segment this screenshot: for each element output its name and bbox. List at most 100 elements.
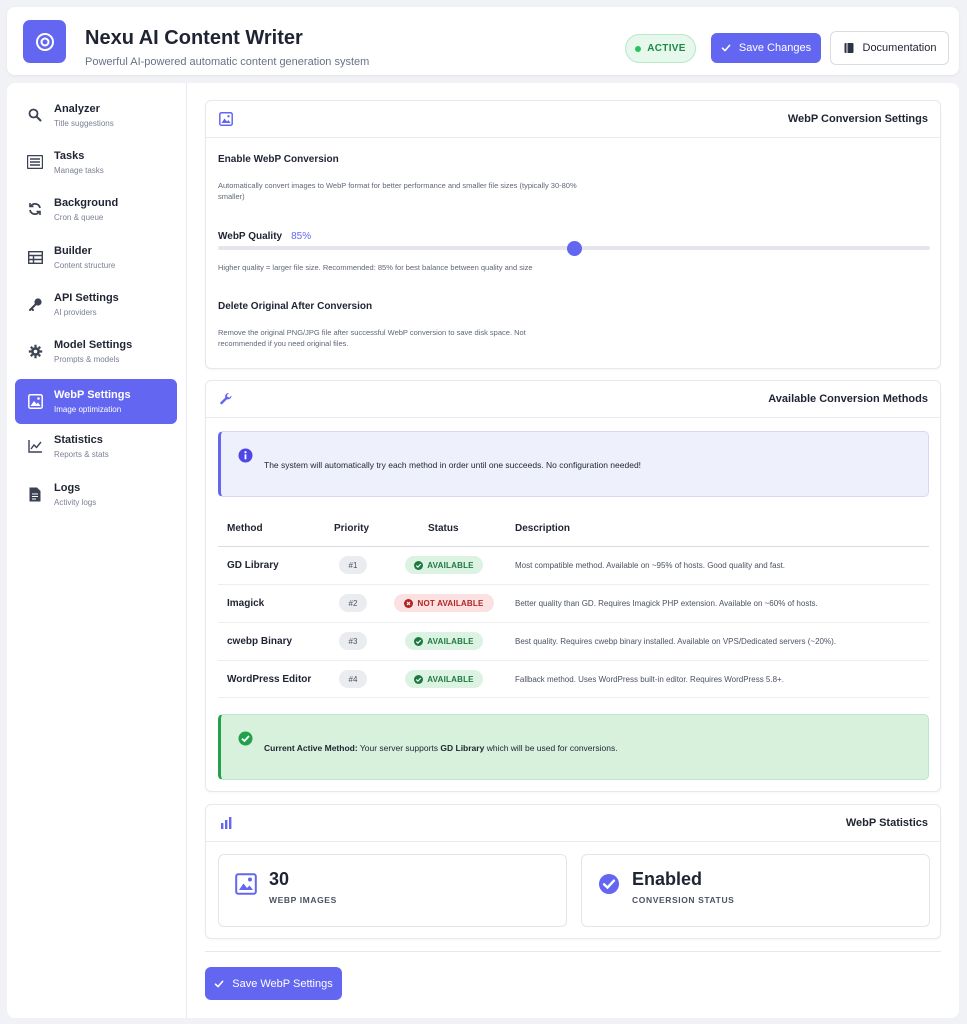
conversion-methods-card: Available Conversion Methods The system …	[205, 380, 941, 792]
chart-line-icon	[26, 437, 44, 455]
status-label: AVAILABLE	[427, 560, 474, 570]
stat-value: 30	[269, 869, 290, 889]
current-method-notice: Current Active Method: Your server suppo…	[218, 714, 929, 780]
sidebar-item-builder[interactable]: Builder Content structure	[15, 235, 177, 280]
sidebar-item-sub: Manage tasks	[54, 166, 104, 175]
delete-original-title: Delete Original After Conversion	[218, 301, 373, 312]
enable-webp-desc: Automatically convert images to WebP for…	[218, 181, 577, 201]
sidebar-item-label: WebP Settings	[54, 389, 131, 401]
save-webp-settings-button[interactable]: Save WebP Settings	[205, 967, 342, 1000]
status-badge: AVAILABLE	[405, 670, 483, 688]
method-name: cwebp Binary	[227, 636, 293, 647]
sidebar-item-logs[interactable]: Logs Activity logs	[15, 472, 177, 517]
method-name: WordPress Editor	[227, 674, 312, 685]
status-badge: ACTIVE	[625, 34, 696, 63]
status-label: AVAILABLE	[427, 674, 474, 684]
file-icon	[26, 485, 44, 503]
enable-webp-title: Enable WebP Conversion	[218, 154, 339, 165]
sidebar-item-label: Builder	[54, 245, 92, 257]
key-icon	[26, 295, 44, 313]
app-subtitle: Powerful AI-powered automatic content ge…	[85, 56, 370, 68]
priority-badge: #3	[339, 632, 367, 650]
sidebar-item-model-settings[interactable]: Model Settings Prompts & models	[15, 329, 177, 374]
method-desc: Most compatible method. Available on ~95…	[515, 561, 786, 570]
status-badge: NOT AVAILABLE	[394, 594, 494, 612]
app-header: Nexu AI Content Writer Powerful AI-power…	[7, 7, 959, 75]
sidebar-item-api-settings[interactable]: API Settings AI providers	[15, 282, 177, 327]
sidebar-item-background[interactable]: Background Cron & queue	[15, 187, 177, 232]
sidebar-item-tasks[interactable]: Tasks Manage tasks	[15, 140, 177, 185]
table-icon	[26, 248, 44, 266]
delete-original-desc: Remove the original PNG/JPG file after s…	[218, 328, 526, 348]
sidebar-item-analyzer[interactable]: Analyzer Title suggestions	[15, 93, 177, 138]
status-badge: AVAILABLE	[405, 556, 483, 574]
info-text: The system will automatically try each m…	[264, 460, 642, 470]
status-label: NOT AVAILABLE	[417, 598, 484, 608]
documentation-label: Documentation	[862, 42, 937, 54]
bar-chart-icon	[218, 815, 234, 831]
card-header: Available Conversion Methods	[206, 381, 940, 418]
sidebar-item-sub: Reports & stats	[54, 450, 109, 459]
sidebar-item-sub: AI providers	[54, 308, 97, 317]
sidebar-item-statistics[interactable]: Statistics Reports & stats	[15, 424, 177, 469]
current-method-name: GD Library	[440, 743, 485, 753]
status-badge: AVAILABLE	[405, 632, 483, 650]
save-changes-button[interactable]: Save Changes	[711, 33, 821, 63]
card-title: Available Conversion Methods	[768, 393, 928, 405]
info-icon	[238, 448, 253, 463]
check-icon	[721, 44, 731, 52]
sidebar-item-webp-settings[interactable]: WebP Settings Image optimization	[15, 379, 177, 424]
card-title: WebP Statistics	[845, 817, 928, 829]
webp-quality-desc: Higher quality = larger file size. Recom…	[218, 263, 533, 272]
sidebar-item-sub: Prompts & models	[54, 355, 120, 364]
image-icon	[235, 873, 257, 895]
table-row: WordPress Editor #4 AVAILABLE Fallback m…	[218, 660, 929, 698]
save-changes-label: Save Changes	[738, 42, 812, 54]
check-circle-icon	[414, 560, 424, 570]
priority-badge: #4	[339, 670, 367, 688]
sidebar-item-sub: Activity logs	[54, 498, 97, 507]
method-desc: Fallback method. Uses WordPress built-in…	[515, 675, 784, 684]
target-icon	[35, 32, 54, 51]
sidebar-item-label: Tasks	[54, 150, 85, 162]
book-icon	[844, 43, 853, 53]
check-circle-icon	[599, 874, 619, 894]
column-header-status: Status	[428, 523, 459, 534]
sidebar-item-label: Background	[54, 197, 119, 209]
webp-settings-card: WebP Conversion Settings Enable WebP Con…	[205, 100, 941, 369]
current-method-post: which will be used for conversions.	[486, 743, 618, 753]
sidebar-item-sub: Title suggestions	[54, 119, 114, 128]
save-webp-settings-label: Save WebP Settings	[232, 977, 333, 990]
sidebar-item-sub: Image optimization	[54, 405, 122, 414]
app-title: Nexu AI Content Writer	[85, 27, 303, 49]
table-row: GD Library #1 AVAILABLE Most compatible …	[218, 546, 929, 584]
footer-divider	[205, 951, 941, 952]
sidebar-item-label: API Settings	[54, 292, 119, 304]
column-header-priority: Priority	[334, 523, 370, 534]
wrench-icon	[218, 391, 234, 407]
sidebar-item-sub: Content structure	[54, 261, 116, 270]
x-circle-icon	[404, 598, 414, 608]
check-icon	[214, 980, 224, 987]
image-icon	[26, 392, 44, 410]
quality-slider-thumb[interactable]	[566, 241, 582, 256]
current-method-label: Current Active Method:	[264, 743, 358, 753]
priority-badge: #2	[339, 594, 367, 612]
stat-label: WEBP IMAGES	[269, 895, 337, 905]
status-badge-label: ACTIVE	[647, 43, 686, 54]
column-header-description: Description	[515, 523, 571, 534]
current-method-pre: Your server supports	[359, 743, 439, 753]
check-circle-icon	[414, 636, 424, 646]
app-logo	[23, 20, 66, 63]
stat-value: Enabled	[632, 869, 703, 889]
sidebar-item-sub: Cron & queue	[54, 213, 104, 222]
documentation-button[interactable]: Documentation	[830, 31, 949, 65]
column-header-method: Method	[227, 523, 263, 534]
sidebar-item-label: Model Settings	[54, 339, 133, 351]
table-row: Imagick #2 NOT AVAILABLE Better quality …	[218, 584, 929, 622]
webp-quality-title: WebP Quality 85%	[218, 231, 311, 242]
card-header: WebP Statistics	[206, 805, 940, 842]
webp-quality-label: WebP Quality	[218, 231, 283, 242]
stat-webp-images: 30 WEBP IMAGES	[218, 854, 567, 927]
card-title: WebP Conversion Settings	[787, 113, 928, 125]
